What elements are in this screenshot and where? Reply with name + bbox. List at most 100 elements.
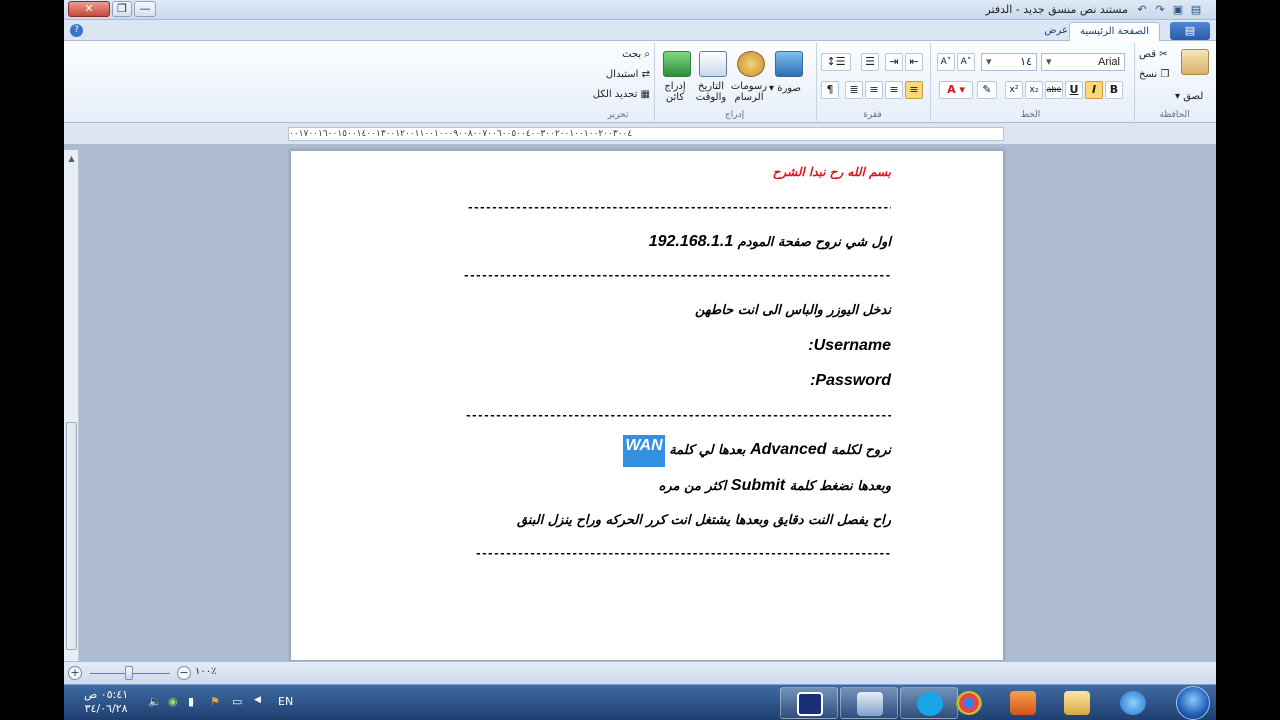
paragraph-dialog-icon[interactable]: ¶ [821, 81, 839, 99]
taskbar-ie[interactable] [1104, 687, 1162, 719]
paint-drawing-button[interactable]: رسومات الرسام [729, 81, 769, 103]
taskbar-screen-app[interactable] [780, 687, 838, 719]
start-button[interactable] [1176, 686, 1210, 720]
internet-explorer-icon [1120, 691, 1146, 715]
clipboard-group: لصق ▾ ✂ قص ❐ نسخ الحافظة [1134, 43, 1214, 121]
taskbar-explorer[interactable] [1048, 687, 1106, 719]
app-menu-button[interactable]: ▤ [1170, 22, 1210, 40]
paste-button[interactable]: لصق ▾ [1175, 91, 1203, 102]
notepad-window: ✕ ❐ — مستند نص منسق جديد - الدفتر ↶ ↷ ▣ … [64, 0, 1216, 684]
close-button[interactable]: ✕ [68, 1, 110, 17]
picture-icon[interactable] [775, 51, 803, 77]
zoom-level: ١٠٠٪ [195, 666, 217, 677]
clock[interactable]: ٠٥:٤١ ص ٣٤/٠٦/٢٨ [84, 688, 128, 716]
shrink-font-button[interactable]: A˅ [937, 53, 955, 71]
clock-time: ٠٥:٤١ ص [84, 688, 129, 701]
strikethrough-button[interactable]: abe [1045, 81, 1063, 99]
undo-icon[interactable]: ↶ [1134, 2, 1150, 17]
taskbar-media-player[interactable] [994, 687, 1052, 719]
ribbon-tabs: ▤ الصفحة الرئيسية عرض ? [64, 20, 1216, 41]
doc-line-disconnect: راح يفصل النت دقايق وبعدها يشتغل انت كرر… [516, 513, 891, 528]
paint-palette-icon[interactable] [737, 51, 765, 77]
maximize-button[interactable]: ❐ [112, 1, 132, 17]
copy-icon: ❐ [1160, 69, 1170, 80]
doc-separator: ----------------------------------------… [465, 409, 891, 422]
superscript-button[interactable]: x² [1005, 81, 1023, 99]
line-spacing-icon[interactable]: ↕☰ [821, 53, 851, 71]
tab-home[interactable]: الصفحة الرئيسية [1069, 22, 1160, 41]
flag-icon[interactable]: ⚑ [210, 695, 220, 708]
datetime-button[interactable]: التاريخ والوقت [691, 81, 731, 103]
paragraph-group: ⇤ ⇥ ☰ ↕☰ ≡ ≡ ≡ ≣ ¶ فقرة [816, 43, 928, 121]
scroll-up-icon[interactable]: ▲ [66, 154, 77, 164]
show-hidden-icons[interactable]: ◀ [254, 695, 261, 705]
picture-button[interactable]: صورة ▾ [769, 83, 801, 94]
grow-font-button[interactable]: A˄ [957, 53, 975, 71]
clipboard-group-label: الحافظة [1159, 110, 1190, 120]
replace-icon: ⇄ [641, 69, 650, 80]
font-color-icon[interactable]: A ▾ [939, 81, 973, 99]
tab-view[interactable]: عرض [1034, 22, 1078, 41]
taskbar-wordpad[interactable] [840, 687, 898, 719]
align-center-icon[interactable]: ≡ [885, 81, 903, 99]
doc-line-credentials: ندخل اليوزر والباس الى انت حاطهن [695, 303, 891, 318]
document-page[interactable]: بسم الله رح نبدا الشرح -----------------… [290, 150, 1004, 661]
vertical-scrollbar[interactable]: ▲ [64, 150, 79, 661]
network-status-icon[interactable]: ◉ [168, 695, 178, 708]
signal-icon[interactable]: ▮ [188, 695, 194, 708]
font-size-select[interactable]: ▾ ١٤ [981, 53, 1037, 71]
insert-group-label: إدراج [724, 110, 745, 120]
font-family-select[interactable]: ▾ Arial [1041, 53, 1125, 71]
monitor-tray-icon[interactable]: ▭ [232, 695, 242, 708]
italic-button[interactable]: I [1085, 81, 1103, 99]
align-left-icon[interactable]: ≡ [865, 81, 883, 99]
ruler[interactable]: ٠٠١٧٠٠١٦٠٠١٥٠٠١٤٠٠١٣٠٠١٢٠٠١١٠٠١٠٠٠٩٠٠٨٠٠… [288, 127, 1004, 141]
doc-line-password: Password: [810, 372, 891, 389]
screen-capture-icon [797, 692, 823, 716]
paste-icon[interactable] [1181, 49, 1209, 75]
editing-group-label: تحرير [607, 110, 629, 120]
wordpad-logo-icon: ▤ [1190, 3, 1202, 16]
cut-button[interactable]: ✂ قص [1139, 49, 1168, 60]
title-bar[interactable]: ✕ ❐ — مستند نص منسق جديد - الدفتر ↶ ↷ ▣ … [64, 0, 1216, 20]
taskbar: ٠٥:٤١ ص ٣٤/٠٦/٢٨ 🔈 ◉ ▮ ⚑ ▭ ◀ EN [64, 684, 1216, 720]
calendar-clock-icon[interactable] [699, 51, 727, 77]
zoom-in-button[interactable]: + [68, 666, 82, 680]
underline-button[interactable]: U [1065, 81, 1083, 99]
find-button[interactable]: ⌕ بحث [622, 49, 650, 60]
align-right-icon[interactable]: ≡ [905, 81, 923, 99]
justify-icon[interactable]: ≣ [845, 81, 863, 99]
select-all-button[interactable]: ▦ تحديد الكل [593, 89, 650, 100]
selected-text-wan[interactable]: WAN [623, 435, 665, 467]
volume-icon[interactable]: 🔈 [148, 695, 162, 708]
taskbar-chrome[interactable] [940, 687, 998, 719]
highlight-color-icon[interactable]: ✎ [977, 81, 997, 99]
scrollbar-thumb[interactable] [66, 422, 77, 650]
editing-group: ⌕ بحث ⇄ استبدال ▦ تحديد الكل تحرير [584, 43, 652, 121]
zoom-out-button[interactable]: − [177, 666, 191, 680]
increase-indent-icon[interactable]: ⇥ [885, 53, 903, 71]
minimize-button[interactable]: — [134, 1, 156, 17]
scissors-icon: ✂ [1159, 49, 1168, 60]
save-icon[interactable]: ▣ [1170, 2, 1186, 17]
window-title: مستند نص منسق جديد - الدفتر [985, 3, 1128, 16]
copy-button[interactable]: ❐ نسخ [1139, 69, 1169, 80]
redo-icon[interactable]: ↷ [1152, 2, 1168, 17]
doc-line-heading: بسم الله رح نبدا الشرح [772, 165, 891, 179]
doc-line-advanced: نروح لكلمة Advanced بعدها لي كلمة WAN [623, 435, 891, 467]
doc-line-modem: اول شي نروح صفحة المودم 192.168.1.1 [648, 233, 891, 250]
insert-group: صورة ▾ رسومات الرسام التاريخ والوقت إدرا… [654, 43, 814, 121]
status-bar: + − ١٠٠٪ [64, 661, 1216, 684]
help-icon[interactable]: ? [70, 24, 83, 37]
zoom-slider-thumb[interactable] [125, 666, 133, 680]
subscript-button[interactable]: x₂ [1025, 81, 1043, 99]
replace-button[interactable]: ⇄ استبدال [606, 69, 650, 80]
decrease-indent-icon[interactable]: ⇤ [905, 53, 923, 71]
doc-line-submit: وبعدها نضغط كلمة Submit اكثر من مره [658, 477, 891, 494]
insert-object-button[interactable]: إدراج كائن [657, 81, 693, 103]
insert-object-icon[interactable] [663, 51, 691, 77]
bullets-icon[interactable]: ☰ [861, 53, 879, 71]
chrome-icon [956, 691, 982, 715]
bold-button[interactable]: B [1105, 81, 1123, 99]
language-indicator[interactable]: EN [278, 695, 293, 708]
